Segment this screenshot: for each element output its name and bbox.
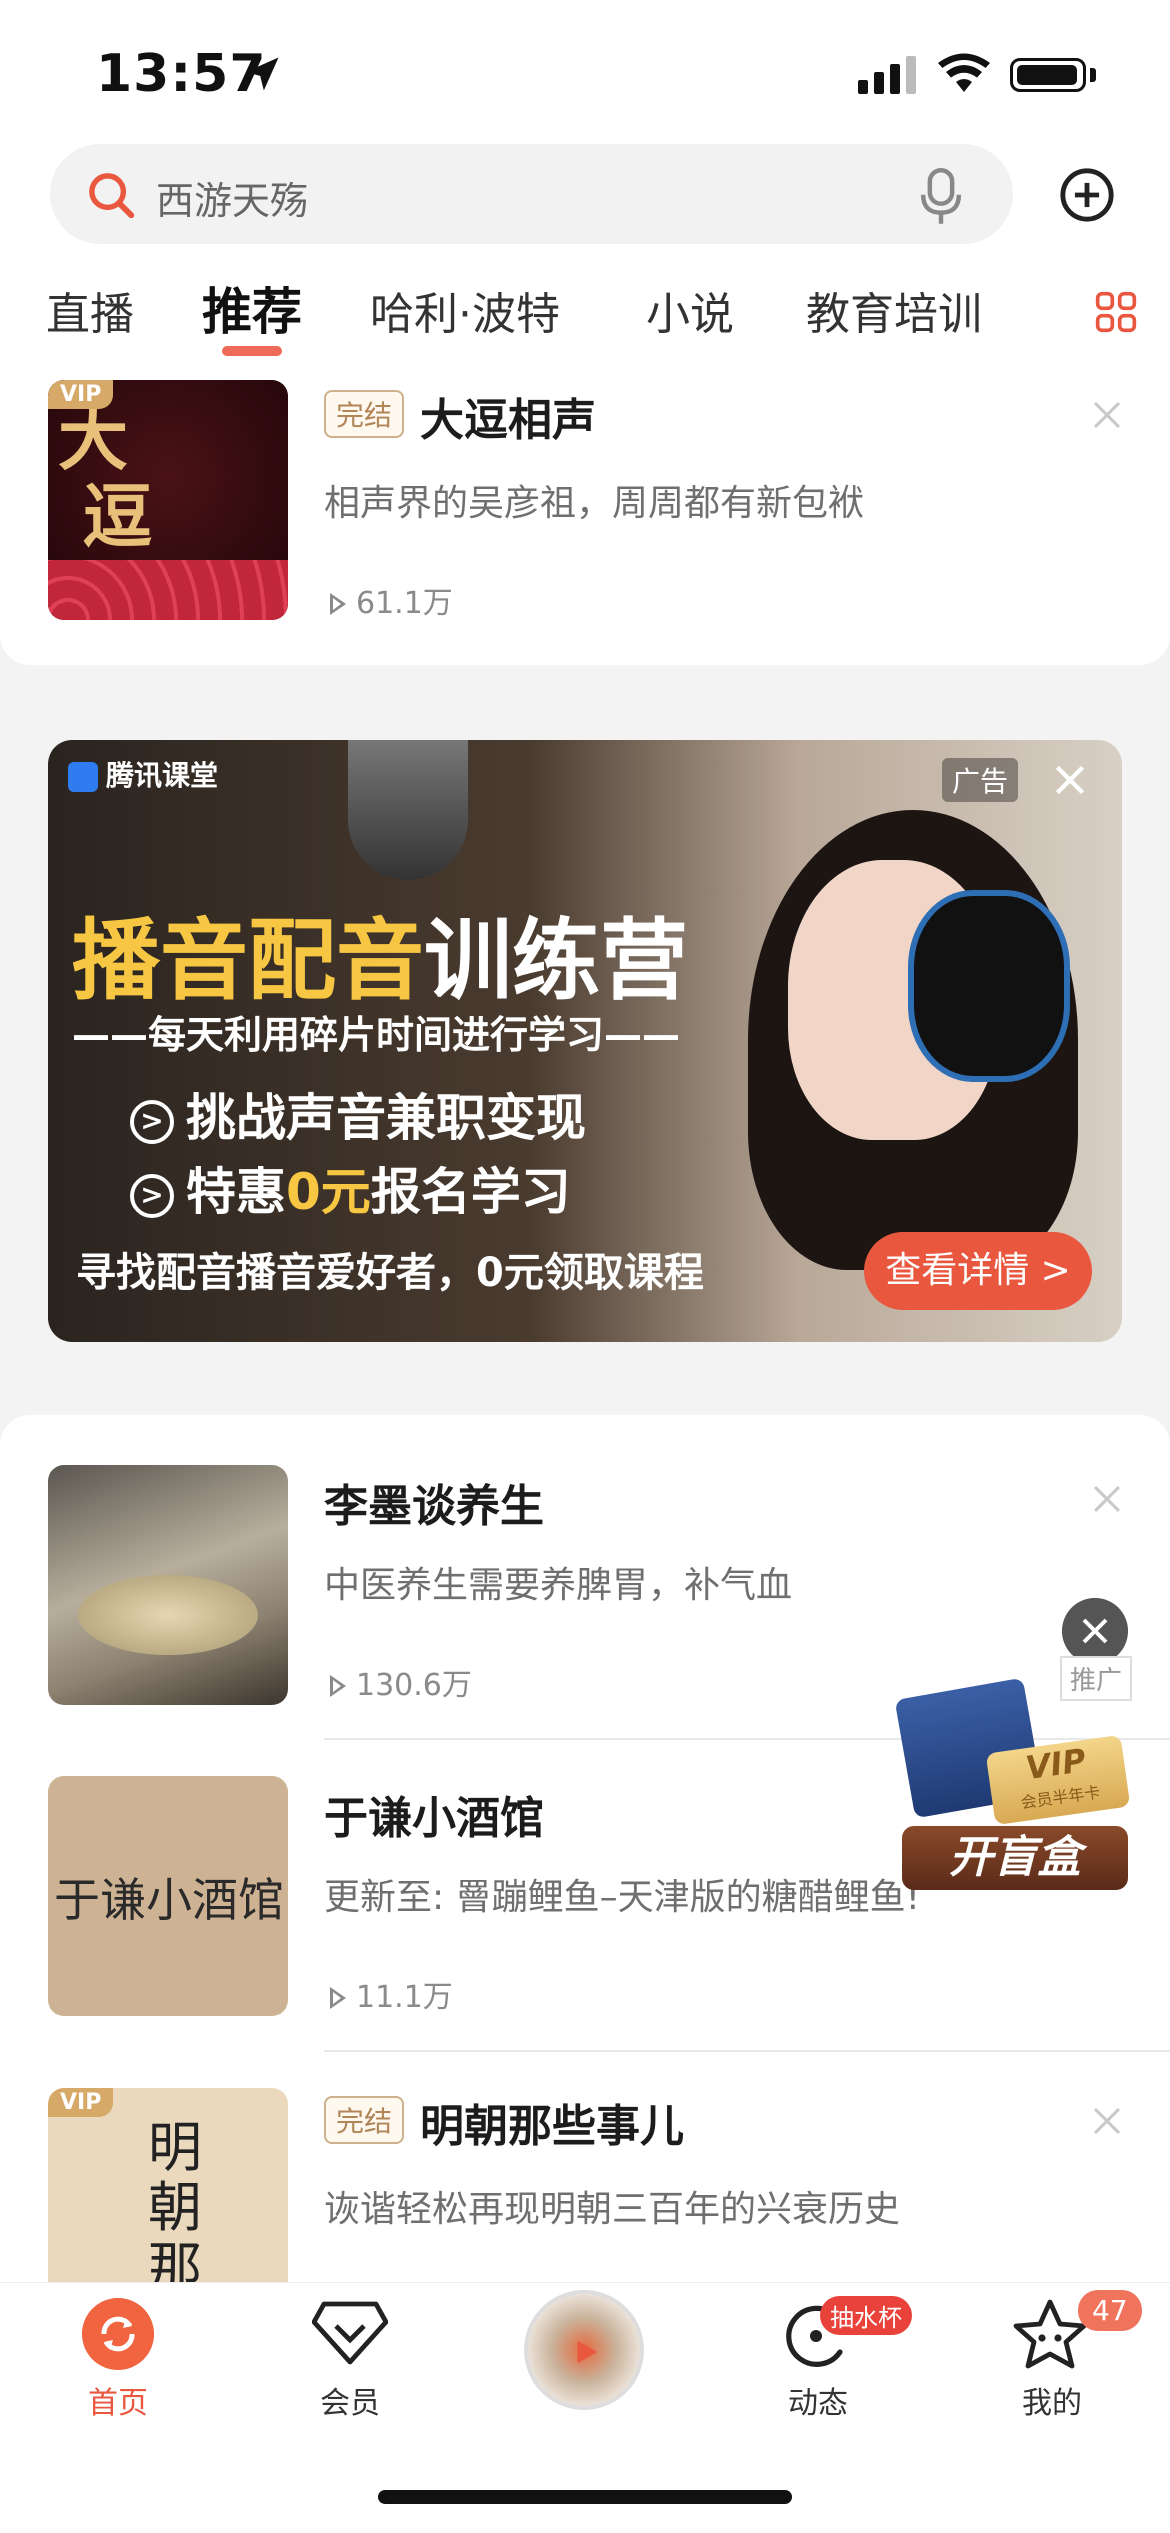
tab-recommend[interactable]: 推荐 — [202, 272, 302, 344]
play-count: 61.1万 — [330, 578, 453, 622]
completed-badge: 完结 — [324, 2096, 405, 2144]
item-desc: 相声界的吴彦祖，周周都有新包袱 — [324, 483, 865, 524]
divider — [324, 2050, 1170, 2052]
profile-star-icon[interactable] — [1012, 2296, 1088, 2372]
cover-title-art: 于谦小酒馆 — [54, 1873, 284, 1927]
tab-novel[interactable]: 小说 — [646, 278, 734, 342]
studio-microphone-art — [348, 740, 468, 880]
dismiss-icon[interactable] — [1090, 1482, 1124, 1516]
play-count-value: 61.1万 — [356, 586, 453, 621]
tab-live[interactable]: 直播 — [46, 278, 134, 342]
album-cover[interactable]: 大 逗 VIP — [48, 380, 288, 620]
cover-wave-pattern — [48, 560, 288, 620]
battery-tip — [1090, 68, 1096, 82]
dismiss-icon[interactable] — [1090, 398, 1124, 432]
item-title[interactable]: 大逗相声 — [420, 384, 596, 448]
completed-badge: 完结 — [324, 390, 405, 438]
play-count: 11.1万 — [330, 1972, 453, 2016]
tab-feed[interactable]: 动态 — [738, 2378, 898, 2422]
search-placeholder[interactable]: 西游天殇 — [156, 170, 308, 225]
headphone-art — [908, 890, 1070, 1082]
tab-education[interactable]: 教育培训 — [806, 278, 982, 342]
battery-icon — [1010, 58, 1086, 92]
cellular-signal-icon — [858, 56, 916, 94]
ad-headline-yellow: 播音配音 — [72, 909, 425, 1012]
tab-harry-potter[interactable]: 哈利·波特 — [370, 278, 560, 342]
notification-count-badge: 47 — [1078, 2290, 1142, 2331]
ad-headline-white: 训练营 — [424, 909, 689, 1012]
ad-bullet-1: > 挑战声音兼职变现 — [130, 1078, 586, 1150]
wifi-icon — [938, 53, 990, 92]
play-icon — [577, 2340, 598, 2364]
vip-tag: VIP — [48, 2088, 114, 2117]
ad-bullet-1-text: 挑战声音兼职变现 — [186, 1089, 586, 1147]
play-circle-icon: > — [130, 1099, 174, 1144]
item-title[interactable]: 于谦小酒馆 — [324, 1782, 544, 1846]
dismiss-icon[interactable] — [1090, 2104, 1124, 2138]
vip-tag: VIP — [48, 380, 114, 409]
play-count-value: 130.6万 — [356, 1668, 472, 1703]
open-blind-box-button[interactable]: 开盲盒 — [902, 1826, 1128, 1890]
microphone-icon[interactable] — [918, 168, 964, 226]
tab-home[interactable]: 首页 — [38, 2378, 198, 2422]
cover-title-art: 大 逗 — [58, 398, 153, 558]
cover-herbs-art — [78, 1575, 258, 1655]
ad-brand-name: 腾讯课堂 — [106, 759, 219, 792]
ad-bullet-2-highlight: 0元 — [286, 1163, 371, 1221]
ad-label: 广告 — [941, 758, 1018, 802]
item-title[interactable]: 明朝那些事儿 — [420, 2090, 684, 2154]
ad-bullet-2-pre: 特惠 — [186, 1163, 286, 1221]
category-grid-icon[interactable] — [1094, 290, 1138, 334]
ad-brand: 腾讯课堂 — [68, 754, 218, 794]
active-tab-indicator — [222, 346, 282, 356]
play-circle-icon: > — [130, 1173, 174, 1218]
ad-headline: 播音配音训练营 — [72, 890, 688, 1017]
tab-me[interactable]: 我的 — [972, 2378, 1132, 2422]
item-desc: 诙谐轻松再现明朝三百年的兴衰历史 — [324, 2189, 901, 2230]
search-icon — [89, 173, 135, 219]
play-count: 130.6万 — [330, 1660, 472, 1704]
album-cover[interactable] — [48, 1465, 288, 1705]
close-icon[interactable] — [1052, 762, 1088, 798]
play-count-icon — [330, 1675, 346, 1697]
category-tabs: 直播 推荐 哈利·波特 小说 教育培训 — [0, 260, 1170, 360]
item-title[interactable]: 李墨谈养生 — [324, 1470, 544, 1534]
item-desc: 更新至: 罾蹦鲤鱼–天津版的糖醋鲤鱼! — [324, 1877, 921, 1918]
ad-bullet-2: > 特惠0元报名学习 — [130, 1152, 571, 1224]
album-cover[interactable]: 于谦小酒馆 — [48, 1776, 288, 2016]
add-circle-icon[interactable] — [1058, 166, 1116, 224]
play-count-value: 11.1万 — [356, 1980, 453, 2015]
close-icon[interactable] — [1062, 1598, 1128, 1664]
home-indicator — [378, 2490, 792, 2504]
tab-vip[interactable]: 会员 — [270, 2378, 430, 2422]
brand-logo-icon — [68, 762, 98, 792]
ad-subline: ——每天利用碎片时间进行学习—— — [72, 1013, 681, 1057]
home-refresh-icon[interactable] — [82, 2298, 154, 2370]
vip-diamond-icon[interactable] — [312, 2300, 388, 2366]
ad-bottom-text: 寻找配音播音爱好者，0元领取课程 — [76, 1250, 704, 1296]
feed-badge: 抽水杯 — [820, 2296, 912, 2335]
play-count-icon — [330, 1987, 346, 2009]
play-count-icon — [330, 593, 346, 615]
ad-bullet-2-post: 报名学习 — [370, 1163, 571, 1221]
view-details-button[interactable]: 查看详情 > — [864, 1232, 1092, 1310]
ad-banner[interactable]: 腾讯课堂 广告 播音配音训练营 ——每天利用碎片时间进行学习—— > 挑战声音兼职… — [48, 740, 1122, 1342]
location-arrow-icon — [245, 57, 279, 91]
item-desc: 中医养生需要养脾胃，补气血 — [324, 1565, 793, 1606]
